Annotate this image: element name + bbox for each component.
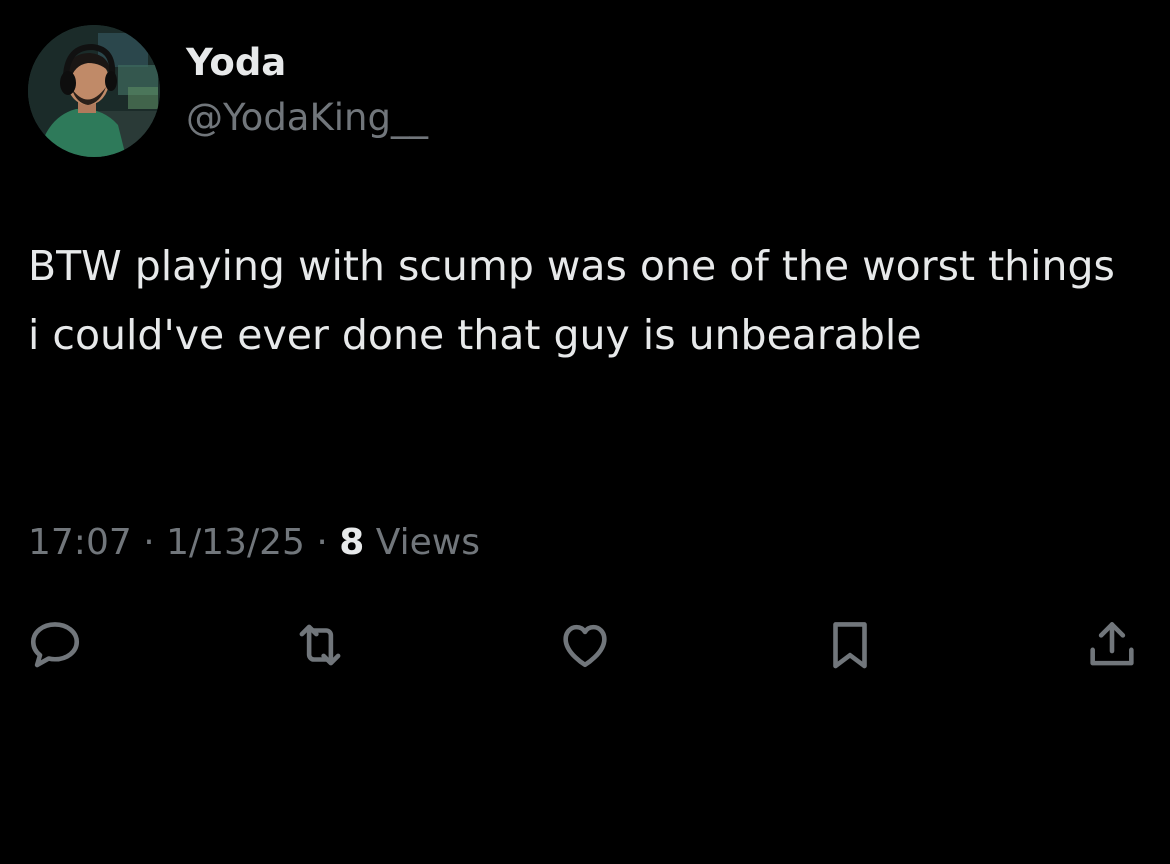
display-name[interactable]: Yoda [186, 38, 286, 88]
reply-button[interactable] [20, 610, 90, 680]
share-icon [1090, 622, 1134, 666]
share-button[interactable] [1077, 610, 1147, 680]
meta-separator: · [143, 522, 155, 563]
views-count[interactable]: 8 [339, 522, 364, 563]
bookmark-button[interactable] [815, 610, 885, 680]
tweet-detail: Yoda @YodaKing__ BTW playing with scump … [0, 0, 1170, 864]
retweet-button[interactable] [285, 610, 355, 680]
avatar-image [28, 25, 160, 157]
user-handle[interactable]: @YodaKing__ [186, 93, 428, 143]
tweet-text: BTW playing with scump was one of the wo… [28, 242, 1115, 359]
tweet-time[interactable]: 17:07 [28, 522, 132, 563]
action-bar [0, 610, 1170, 680]
tweet-date[interactable]: 1/13/25 [166, 522, 305, 563]
tweet-meta: 17:07 · 1/13/25 · 8 Views [28, 518, 480, 568]
views-label[interactable]: Views [376, 522, 480, 563]
bookmark-icon [833, 622, 867, 669]
heart-icon [563, 624, 607, 668]
retweet-icon [299, 624, 341, 666]
avatar[interactable] [28, 25, 160, 157]
meta-separator: · [316, 522, 328, 563]
like-button[interactable] [550, 610, 620, 680]
reply-icon [30, 622, 80, 668]
